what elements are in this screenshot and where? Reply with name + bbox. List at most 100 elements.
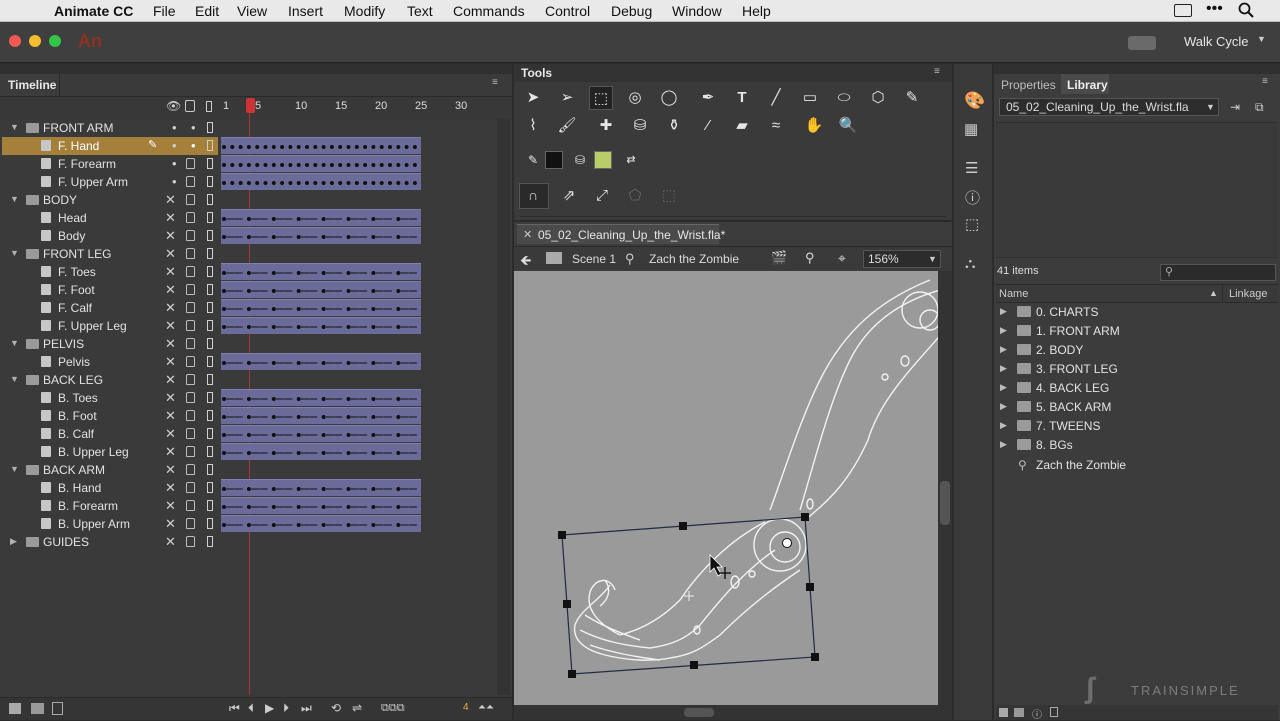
step-forward-icon[interactable]: ⏵	[283, 701, 289, 716]
lock-all-layers-icon[interactable]	[185, 100, 195, 112]
color-palette-icon[interactable]: 🎨	[964, 91, 985, 111]
menu-debug[interactable]: Debug	[611, 3, 652, 19]
menu-commands[interactable]: Commands	[453, 3, 525, 19]
snap-to-objects-button[interactable]: ∩	[519, 183, 549, 209]
library-folder-item[interactable]: ▶ 7. TWEENS	[997, 416, 1277, 435]
hidden-x-icon[interactable]: ✕	[165, 246, 176, 262]
frame-span[interactable]	[221, 227, 421, 244]
components-icon[interactable]: ⛬	[965, 255, 976, 272]
workspace-switcher[interactable]: Walk Cycle	[1184, 34, 1249, 49]
visible-dot-icon[interactable]: •	[172, 156, 177, 171]
timeline-scrollbar[interactable]	[497, 119, 510, 695]
hidden-x-icon[interactable]: ✕	[165, 336, 176, 352]
frame-span[interactable]	[221, 209, 421, 226]
library-folder-item[interactable]: ▶ 2. BODY	[997, 340, 1277, 359]
timeline-tab[interactable]: Timeline	[0, 74, 60, 96]
library-folder-item[interactable]: ▶ 1. FRONT ARM	[997, 321, 1277, 340]
column-name[interactable]: Name	[999, 288, 1028, 300]
layer-row[interactable]: F. Calf ✕	[2, 299, 218, 317]
layer-folder-row[interactable]: ▼ BACK ARM ✕	[2, 461, 218, 479]
layer-name[interactable]: Body	[58, 229, 85, 243]
frame-span[interactable]	[221, 281, 421, 298]
layer-folder-row[interactable]: ▶ GUIDES ✕	[2, 533, 218, 551]
layer-row[interactable]: Pelvis ✕	[2, 353, 218, 371]
layer-name[interactable]: F. Upper Arm	[58, 175, 128, 189]
close-tab-icon[interactable]: ✕	[523, 228, 532, 241]
properties-tab[interactable]: Properties	[996, 74, 1060, 94]
frame-span[interactable]	[221, 353, 421, 370]
layer-name[interactable]: BACK ARM	[43, 463, 105, 477]
layer-row[interactable]: B. Foot ✕	[2, 407, 218, 425]
expand-arrow-icon[interactable]: ▶	[1000, 401, 1007, 412]
playhead[interactable]	[246, 98, 255, 113]
pen-tool-icon[interactable]: ✒	[696, 86, 720, 110]
hidden-x-icon[interactable]: ✕	[165, 426, 176, 442]
library-folder-item[interactable]: ▶ 8. BGs	[997, 435, 1277, 454]
scale-icon[interactable]: ⤢	[590, 184, 614, 208]
frame-span[interactable]	[221, 173, 421, 190]
frame-span[interactable]	[221, 497, 421, 514]
scene-breadcrumb[interactable]: Scene 1	[572, 252, 616, 266]
hidden-x-icon[interactable]: ✕	[165, 210, 176, 226]
frame-span[interactable]	[221, 299, 421, 316]
sort-ascending-icon[interactable]: ▲	[1209, 288, 1218, 298]
pencil-tool-icon[interactable]: ✎	[900, 86, 924, 110]
eraser-tool-icon[interactable]: ▰	[730, 114, 754, 138]
layer-name[interactable]: B. Upper Leg	[58, 445, 129, 459]
lock-icon[interactable]	[186, 212, 195, 223]
outline-toggle-icon[interactable]	[207, 302, 213, 313]
outline-toggle-icon[interactable]	[207, 158, 213, 169]
hidden-x-icon[interactable]: ✕	[165, 228, 176, 244]
properties-icon[interactable]: ⓘ	[1032, 706, 1042, 721]
layer-row[interactable]: F. Foot ✕	[2, 281, 218, 299]
minimize-window-button[interactable]	[29, 35, 41, 47]
outline-toggle-icon[interactable]	[207, 500, 213, 511]
hand-tool-icon[interactable]: ✋	[802, 114, 826, 138]
lock-icon[interactable]	[186, 248, 195, 259]
scroll-thumb[interactable]	[940, 481, 950, 525]
outline-toggle-icon[interactable]	[207, 230, 213, 241]
layer-name[interactable]: B. Toes	[58, 391, 98, 405]
layer-name[interactable]: BACK LEG	[43, 373, 103, 387]
layer-row[interactable]: F. Hand ✎ • •	[2, 137, 218, 155]
layer-name[interactable]: F. Toes	[58, 265, 96, 279]
screen-mirror-icon[interactable]	[1174, 4, 1192, 17]
layer-name[interactable]: FRONT ARM	[43, 121, 113, 135]
delete-layer-icon[interactable]	[52, 702, 63, 715]
new-folder-icon[interactable]	[31, 703, 44, 714]
lock-icon[interactable]	[186, 356, 195, 367]
library-file-select[interactable]: 05_02_Cleaning_Up_the_Wrist.fla ▼	[999, 98, 1219, 116]
visible-dot-icon[interactable]: •	[172, 120, 177, 135]
hidden-x-icon[interactable]: ✕	[165, 408, 176, 424]
lock-icon[interactable]	[186, 500, 195, 511]
lock-icon[interactable]	[186, 374, 195, 385]
layer-row[interactable]: Body ✕	[2, 227, 218, 245]
layer-row[interactable]: B. Toes ✕	[2, 389, 218, 407]
outline-toggle-icon[interactable]	[207, 374, 213, 385]
sync-settings-icon[interactable]	[1128, 36, 1156, 50]
lock-icon[interactable]: •	[191, 120, 200, 135]
layer-name[interactable]: GUIDES	[43, 535, 89, 549]
lock-icon[interactable]	[186, 446, 195, 457]
lock-icon[interactable]	[186, 338, 195, 349]
swatches-grid-icon[interactable]: ▦	[964, 120, 978, 138]
outline-toggle-icon[interactable]	[207, 338, 213, 349]
layer-row[interactable]: Head ✕	[2, 209, 218, 227]
frame-span[interactable]	[221, 317, 421, 334]
layer-row[interactable]: B. Calf ✕	[2, 425, 218, 443]
zoom-tool-icon[interactable]: 🔍	[836, 114, 860, 138]
stage-vertical-scrollbar[interactable]	[938, 271, 952, 705]
menu-app-name[interactable]: Animate CC	[54, 3, 133, 19]
center-frame-icon[interactable]: ⇌	[352, 701, 362, 715]
expand-arrow-icon[interactable]: ▶	[1000, 363, 1007, 374]
tools-panel-menu-icon[interactable]: ≡	[934, 66, 940, 77]
layer-folder-row[interactable]: ▼ BODY ✕	[2, 191, 218, 209]
more-icon[interactable]: •••	[1206, 0, 1223, 18]
library-folder-item[interactable]: ▶ 4. BACK LEG	[997, 378, 1277, 397]
play-icon[interactable]: ▶	[265, 701, 274, 715]
outline-toggle-icon[interactable]	[207, 356, 213, 367]
polystar-tool-icon[interactable]: ⬡	[866, 86, 890, 110]
rotate-skew-icon[interactable]: ⇗	[557, 184, 581, 208]
outline-toggle-icon[interactable]	[207, 428, 213, 439]
collapse-arrow-icon[interactable]: ▼	[10, 464, 19, 474]
